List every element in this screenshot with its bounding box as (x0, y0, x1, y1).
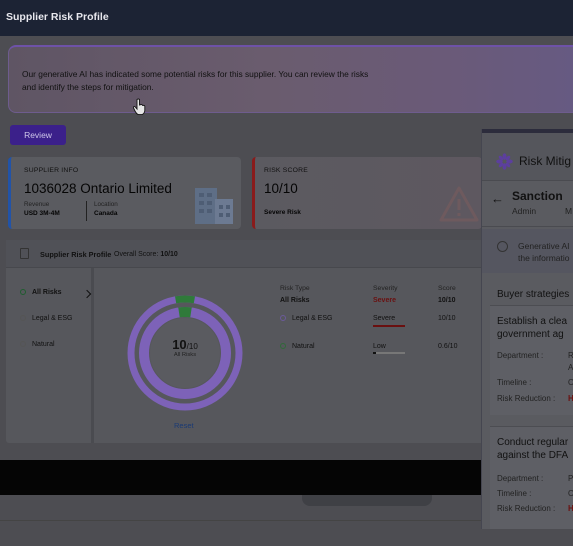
app-screen: Supplier Risk Profile Our generative AI … (0, 0, 573, 546)
col-header-score: Score (438, 285, 456, 292)
back-arrow-icon[interactable]: ← (491, 191, 504, 206)
strategy-title-line-2: against the DFA (497, 450, 569, 461)
ai-user-icon (497, 241, 508, 252)
risk-item-label: Legal & ESG (32, 315, 73, 322)
strategy-card[interactable]: Conduct regular against the DFA Departme… (490, 426, 573, 529)
strategy-title-line-1: Conduct regular (497, 437, 569, 448)
ai-notice-line-1: Generative AI (518, 241, 570, 251)
row-natural-type[interactable]: Natural (280, 343, 315, 350)
sanction-title: Sanction (512, 189, 563, 203)
donut-value: 10 (172, 337, 187, 352)
risk-profile-header: Supplier Risk Profile Overall Score: 10/… (6, 240, 486, 268)
page-title: Supplier Risk Profile (6, 11, 109, 23)
col-header-risk-type: Risk Type (280, 285, 310, 292)
risk-score-value: 10/10 (264, 181, 298, 196)
risk-item-label: All Risks (32, 289, 62, 296)
donut-denominator: /10 (186, 342, 198, 351)
supplier-name: 1036028 Ontario Limited (24, 181, 172, 196)
review-button[interactable]: Review (10, 125, 66, 145)
bottom-pill (302, 495, 432, 506)
admin-label: Admin (512, 206, 537, 216)
row-natural-severity: Low (373, 343, 386, 350)
ai-notice-line-2: the informatio (518, 253, 570, 263)
department-value: P (568, 474, 573, 483)
row-legal-type[interactable]: Legal & ESG (280, 315, 332, 322)
risk-profile-title: Supplier Risk Profile (40, 250, 112, 259)
donut-center-value: 10/10 (126, 337, 244, 352)
col-header-severity: Severity (373, 285, 398, 292)
row-all-score: 10/10 (438, 297, 456, 304)
strategy-title-line-2: government ag (497, 329, 564, 340)
strategy-title-line-1: Establish a clea (497, 316, 568, 327)
reset-link[interactable]: Reset (174, 421, 194, 430)
building-icon (195, 188, 233, 224)
status-dot-icon (280, 343, 286, 349)
risk-profile-panel: Supplier Risk Profile Overall Score: 10/… (6, 240, 486, 443)
warning-icon (439, 186, 479, 222)
donut-label: All Risks (173, 352, 197, 358)
status-dot-icon (20, 289, 26, 295)
drawer-header: Risk Mitig (482, 133, 573, 181)
row-all-severity: Severe (373, 297, 396, 304)
drawer-divider (482, 226, 573, 227)
row-legal-severity: Severe (373, 315, 396, 322)
info-divider (86, 201, 87, 221)
risk-level-label: Severe Risk (264, 209, 301, 216)
supplier-info-card: SUPPLIER INFO 1036028 Ontario Limited Re… (8, 157, 241, 229)
risk-reduction-label: Risk Reduction : (497, 394, 556, 403)
severity-bar-natural (373, 352, 405, 354)
row-legal-label: Legal & ESG (292, 315, 333, 322)
strategy-card[interactable]: Establish a clea government ag Departmen… (490, 305, 573, 415)
location-value: Canada (94, 210, 118, 217)
timeline-value: O (568, 378, 573, 387)
revenue-value: USD 3M-4M (24, 210, 60, 217)
department-label: Department : (497, 474, 544, 483)
risk-reduction-label: Risk Reduction : (497, 504, 556, 513)
chevron-right-icon (82, 289, 92, 299)
banner-message: Our generative AI has indicated some pot… (22, 69, 369, 92)
risk-item-natural[interactable]: Natural (20, 341, 55, 348)
risk-reduction-value: H (568, 504, 573, 513)
row-legal-score: 10/10 (438, 315, 456, 322)
risk-reduction-value: H (568, 394, 573, 403)
status-dot-icon (20, 315, 26, 321)
department-value-2: A (568, 363, 573, 372)
strategy-title: Establish a clea government ag (497, 315, 567, 341)
supplier-info-heading: SUPPLIER INFO (24, 167, 79, 174)
risk-category-list: All Risks Legal & ESG Natural (6, 268, 94, 443)
risk-item-legal-esg[interactable]: Legal & ESG (20, 315, 72, 322)
timeline-label: Timeline : (497, 489, 532, 498)
overall-score-label: Overall Score: (114, 251, 159, 258)
status-dot-icon (280, 315, 286, 321)
risk-item-label: Natural (32, 341, 55, 348)
hand-cursor-icon (132, 98, 146, 116)
risk-item-all[interactable]: All Risks (20, 289, 62, 296)
buyer-strategies-heading: Buyer strategies (497, 289, 570, 300)
strategy-title: Conduct regular against the DFA (497, 436, 568, 462)
row-all-type: All Risks (280, 297, 310, 304)
admin-more-label: M (565, 206, 573, 216)
row-natural-score: 0.6/10 (438, 343, 458, 350)
overall-score: Overall Score: 10/10 (114, 251, 178, 258)
mitigation-drawer: Risk Mitig ← Sanction Admin M Generative… (481, 129, 573, 529)
top-bar: Supplier Risk Profile (0, 0, 573, 36)
timeline-label: Timeline : (497, 378, 532, 387)
risk-score-heading: RISK SCORE (264, 167, 308, 174)
severity-bar-legal (373, 325, 405, 327)
risk-score-card: RISK SCORE 10/10 Severe Risk (252, 157, 482, 229)
status-dot-icon (20, 341, 26, 347)
ai-sparkle-icon (496, 153, 513, 170)
location-label: Location (94, 201, 118, 208)
document-icon (20, 248, 29, 259)
row-natural-label: Natural (292, 343, 315, 350)
department-value: R (568, 351, 573, 360)
department-label: Department : (497, 351, 544, 360)
overall-score-value: 10/10 (160, 251, 178, 258)
timeline-value: O (568, 489, 573, 498)
ai-notice: Generative AI the informatio (482, 229, 573, 273)
revenue-label: Revenue (24, 201, 50, 208)
ai-notice-text: Generative AI the informatio (518, 240, 573, 264)
drawer-title: Risk Mitig (519, 154, 572, 168)
ai-banner: Our generative AI has indicated some pot… (8, 45, 573, 113)
